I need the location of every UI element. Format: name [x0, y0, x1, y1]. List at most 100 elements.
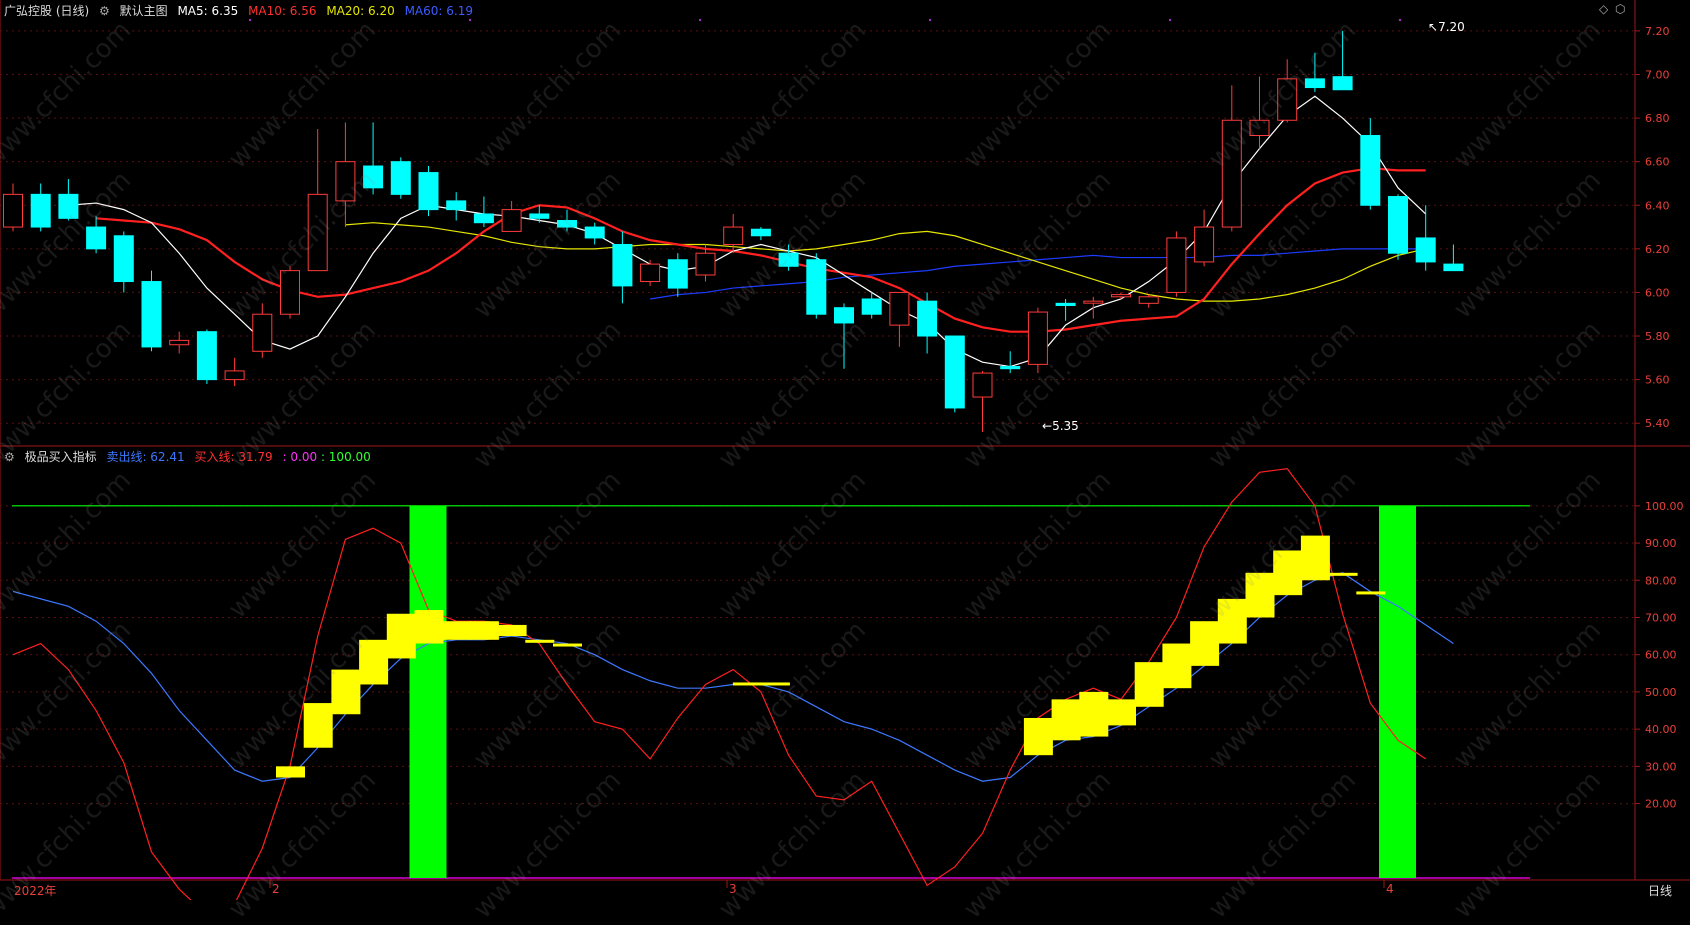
buy-signal-block — [497, 624, 527, 637]
price-tick-label: 6.40 — [1645, 199, 1670, 212]
buy-signal-block — [469, 621, 499, 640]
indicator-name[interactable]: 极品买入指标 — [25, 450, 97, 464]
candle-down — [806, 259, 827, 315]
buy-signal-block — [1217, 598, 1247, 644]
x-label-month-4: 4 — [1386, 882, 1394, 896]
settings-icon[interactable]: ⚙ — [4, 450, 15, 464]
candle-down — [196, 331, 217, 381]
buy-signal-block — [1023, 717, 1053, 756]
ma5-label: MA5: 6.35 — [177, 4, 239, 18]
candle-down — [86, 226, 107, 250]
price-tick-label: 6.80 — [1645, 112, 1670, 125]
buy-signal-block — [414, 610, 444, 644]
indicator-tick-label: 80.00 — [1645, 574, 1677, 587]
candle-up — [1277, 78, 1298, 121]
indicator-tick-label: 50.00 — [1645, 686, 1677, 699]
buy-signal-block — [1328, 572, 1358, 576]
candle-down — [1360, 135, 1381, 206]
candle-up — [695, 252, 716, 276]
candle-up — [723, 226, 744, 245]
period-label[interactable]: 日线 — [1648, 882, 1672, 899]
ma10-label: MA10: 6.56 — [248, 4, 317, 18]
candle-down — [1332, 76, 1353, 91]
indicator-tick-label: 70.00 — [1645, 611, 1677, 624]
ma60-label: MA60: 6.19 — [404, 4, 473, 18]
candle-up — [3, 193, 23, 228]
candle-down — [667, 259, 688, 289]
buy-signal-block — [553, 643, 582, 647]
marker-dot — [248, 18, 252, 22]
candle-down — [418, 172, 439, 211]
x-label-month-2: 2 — [272, 882, 280, 896]
price-tick-label: 5.80 — [1645, 330, 1670, 343]
buy-signal-block — [1245, 572, 1275, 618]
candle-up — [252, 313, 273, 352]
indicator-tick-label: 20.00 — [1645, 798, 1677, 811]
buy-signal-block — [1356, 591, 1386, 595]
indicator-tick-label: 60.00 — [1645, 649, 1677, 662]
buy-signal-block — [1107, 699, 1136, 726]
indicator-tick-label: 90.00 — [1645, 537, 1677, 550]
candle-up — [889, 291, 910, 326]
candle-up — [1194, 226, 1215, 263]
buy-signal-block — [1162, 643, 1192, 689]
candle-up — [501, 209, 522, 232]
settings-icon[interactable]: ⚙ — [99, 4, 110, 18]
candle-up — [1221, 119, 1242, 228]
buy-signal-block — [359, 639, 389, 685]
candle-up — [307, 193, 328, 272]
price-tick-label: 5.40 — [1645, 417, 1670, 430]
buy-signal-block — [1300, 535, 1330, 581]
candle-down — [917, 300, 938, 337]
candle-down — [30, 193, 51, 228]
price-tick-label: 5.60 — [1645, 374, 1670, 387]
main-chart-label[interactable]: 默认主图 — [120, 4, 168, 18]
x-label-year: 2022年 — [14, 884, 57, 898]
candle-up — [280, 270, 300, 315]
buy-signal-block — [1134, 662, 1164, 707]
buy-signal-block — [386, 613, 416, 659]
candle-up — [1249, 119, 1270, 137]
price-tick-label: 6.00 — [1645, 286, 1670, 299]
candle-down — [1388, 196, 1408, 254]
candle-down — [113, 235, 134, 283]
hexagon-icon[interactable]: ⬡ — [1615, 2, 1625, 16]
buy-signal-block — [1079, 691, 1109, 737]
candle-down — [1304, 78, 1325, 89]
buy-signal-block — [331, 669, 361, 715]
green-signal-bar — [409, 505, 447, 878]
candle-down — [750, 228, 771, 237]
candle-up — [972, 372, 993, 398]
candle-down — [861, 298, 882, 315]
buy-signal-block — [525, 639, 555, 643]
marker-dot — [468, 18, 472, 22]
candle-down — [834, 307, 854, 324]
green-signal-bar — [1379, 505, 1416, 878]
stock-title[interactable]: 广弘控股 (日线) — [4, 4, 89, 18]
candle-down — [58, 193, 79, 219]
candle-up — [1083, 300, 1104, 304]
low-price-value: 5.35 — [1052, 419, 1079, 433]
candle-down — [446, 200, 467, 211]
candle-up — [335, 161, 356, 202]
candle-down — [1055, 302, 1076, 307]
buy-signal-mark — [732, 682, 790, 686]
high-price-value: 7.20 — [1438, 20, 1465, 34]
indicator-tick-label: 100.00 — [1645, 500, 1684, 513]
price-tick-label: 7.20 — [1645, 25, 1670, 38]
low-price-annotation: ←5.35 — [1042, 419, 1079, 433]
buy-signal-block — [1190, 621, 1220, 666]
candle-down — [612, 243, 633, 287]
candle-down — [1415, 237, 1436, 263]
hundred-value-label: : 100.00 — [320, 450, 371, 464]
zero-value-label: : 0.00 — [282, 450, 318, 464]
indicator-header: ⚙ 极品买入指标 卖出线: 62.41 买入线: 31.79 : 0.00 : … — [4, 448, 377, 465]
marker-dot — [1168, 18, 1172, 22]
diamond-icon[interactable]: ◇ — [1599, 2, 1608, 16]
buy-signal-block — [303, 703, 333, 748]
price-tick-label: 6.20 — [1645, 243, 1670, 256]
indicator-tick-label: 30.00 — [1645, 760, 1677, 773]
candle-down — [778, 252, 799, 267]
candle-down — [529, 213, 550, 219]
ma20-label: MA20: 6.20 — [326, 4, 395, 18]
